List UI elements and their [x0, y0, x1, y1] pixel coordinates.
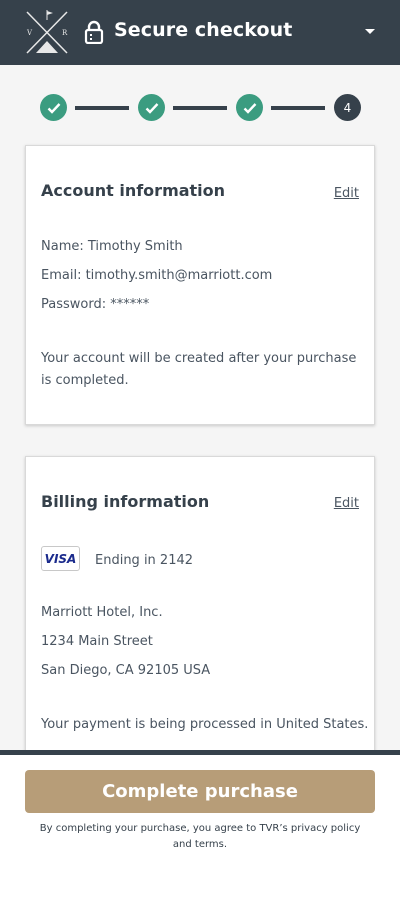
billing-company: Marriott Hotel, Inc. — [41, 605, 163, 620]
account-password: Password: ****** — [41, 297, 150, 312]
top-header: V R Secure checkout — [0, 0, 400, 65]
lock-icon — [84, 20, 104, 44]
visa-card-icon: VISA — [41, 546, 80, 571]
account-email: Email: timothy.smith@marriott.com — [41, 268, 273, 283]
account-information-card: Account information Edit Name: Timothy S… — [25, 145, 375, 425]
step-1-complete — [40, 94, 67, 121]
card-ending: Ending in 2142 — [95, 553, 194, 568]
step-3-complete — [236, 94, 263, 121]
edit-billing-link[interactable]: Edit — [334, 496, 359, 511]
brand-logo[interactable]: V R — [24, 10, 70, 55]
account-name: Name: Timothy Smith — [41, 239, 183, 254]
step-connector — [75, 106, 129, 110]
billing-information-card: Billing information Edit VISA Ending in … — [25, 456, 375, 756]
logo-letter-r: R — [62, 29, 68, 37]
page-title: Secure checkout — [114, 19, 293, 41]
terms-notice: By completing your purchase, you agree t… — [39, 823, 361, 850]
complete-purchase-button[interactable]: Complete purchase — [25, 770, 375, 813]
step-connector — [271, 106, 325, 110]
checkout-footer: Complete purchase By completing your pur… — [0, 750, 400, 910]
checkout-progress-stepper: 4 — [40, 94, 361, 122]
check-icon — [47, 102, 60, 114]
billing-street: 1234 Main Street — [41, 634, 153, 649]
logo-letter-v: V — [26, 29, 33, 37]
step-connector — [173, 106, 227, 110]
check-icon — [243, 102, 256, 114]
chevron-down-icon[interactable] — [364, 28, 376, 36]
edit-account-link[interactable]: Edit — [334, 186, 359, 201]
step-4-current: 4 — [334, 94, 361, 121]
account-card-title: Account information — [41, 181, 226, 200]
billing-city: San Diego, CA 92105 USA — [41, 663, 211, 678]
check-icon — [145, 102, 158, 114]
payment-location-note: Your payment is being processed in Unite… — [41, 717, 369, 732]
billing-card-title: Billing information — [41, 492, 210, 511]
account-creation-note: Your account will be created after your … — [41, 351, 357, 388]
step-2-complete — [138, 94, 165, 121]
